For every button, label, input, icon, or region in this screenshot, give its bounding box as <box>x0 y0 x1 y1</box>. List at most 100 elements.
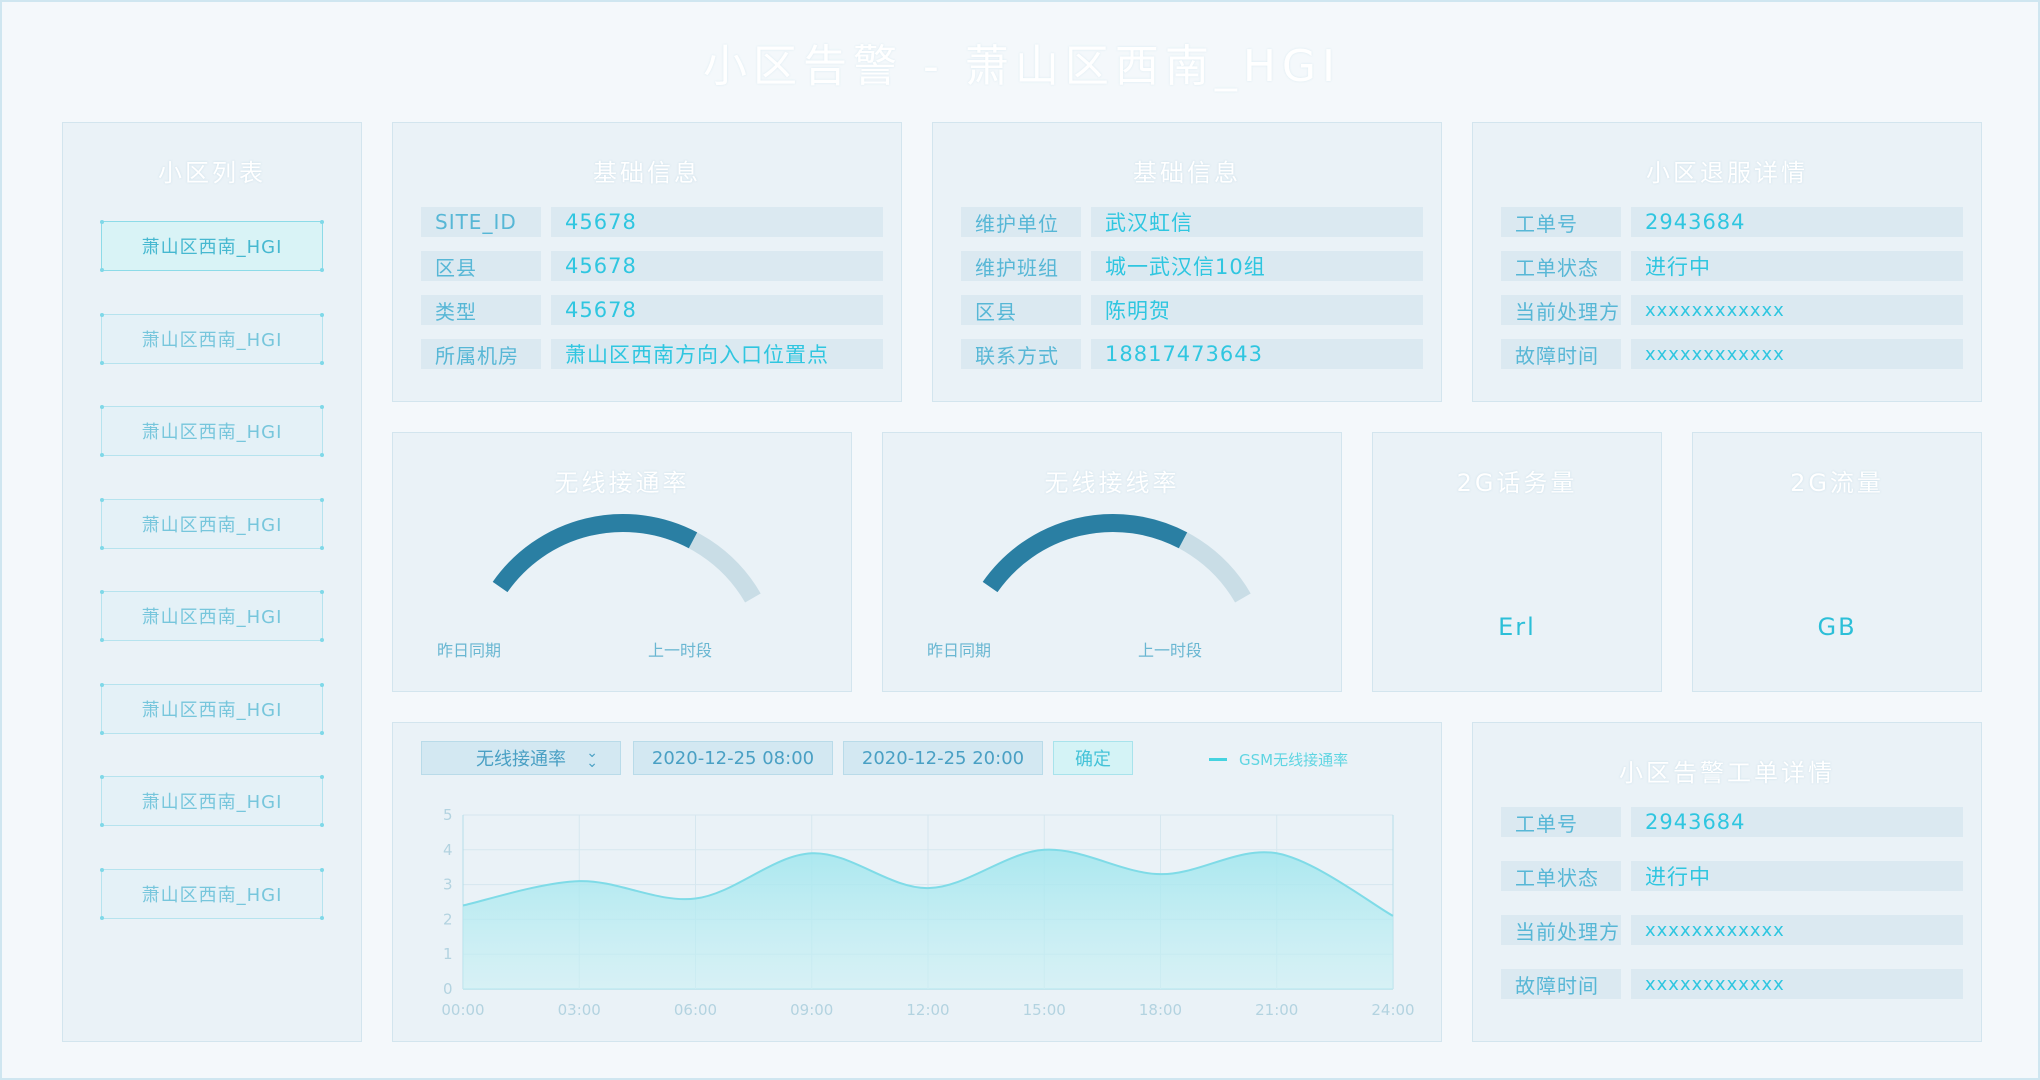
info-label: 故障时间 <box>1501 339 1621 369</box>
info-value: 进行中 <box>1631 861 1963 891</box>
basic-info-panel: 基础信息 SITE_ID 45678 区县 45678 类型 45678 所属机房 萧山… <box>392 122 902 402</box>
cell-list-title: 小区列表 <box>158 159 266 187</box>
gauge-panel-connect-rate: 无线接通率 昨日同期 上一时段 <box>392 432 852 692</box>
basic-info-title: 基础信息 <box>593 159 701 187</box>
x-tick-label: 15:00 <box>1023 1001 1066 1019</box>
y-tick-label: 3 <box>443 876 453 894</box>
gauge-caption-previous: 上一时段 <box>648 641 713 660</box>
gauge-caption-previous: 上一时段 <box>1138 641 1203 660</box>
info-row: 故障时间 xxxxxxxxxxxx <box>1501 969 1963 999</box>
cell-list-item-label: 萧山区西南_HGI <box>141 607 283 628</box>
alarm-detail-title: 小区告警工单详情 <box>1619 759 1835 787</box>
gauge-caption-yesterday: 昨日同期 <box>927 641 992 660</box>
flow-2g-unit: GB <box>1817 613 1857 641</box>
info-value: 2943684 <box>1631 207 1963 237</box>
cell-list-item[interactable]: 萧山区西南_HGI <box>100 498 324 550</box>
traffic-2g-panel: 2G话务量 Erl <box>1372 432 1662 692</box>
info-value: xxxxxxxxxxxx <box>1631 915 1963 945</box>
info-label: 工单号 <box>1501 807 1621 837</box>
x-tick-label: 12:00 <box>906 1001 949 1019</box>
info-value: 萧山区西南方向入口位置点 <box>551 339 883 369</box>
info-value: xxxxxxxxxxxx <box>1631 339 1963 369</box>
flow-2g-panel: 2G流量 GB <box>1692 432 1982 692</box>
info-row: 当前处理方 xxxxxxxxxxxx <box>1501 295 1963 325</box>
info-row: 维护班组 城一武汉信10组 <box>961 251 1423 281</box>
info-row: 工单号 2943684 <box>1501 207 1963 237</box>
trend-chart: 0 1 2 3 4 5 00:00 03:00 06:00 09:00 12:00 15:00 18:0… <box>441 806 1414 1019</box>
info-value: 2943684 <box>1631 807 1963 837</box>
x-tick-label: 21:00 <box>1255 1001 1298 1019</box>
info-value: 陈明贺 <box>1091 295 1423 325</box>
y-tick-label: 1 <box>443 945 453 963</box>
cell-list-item-label: 萧山区西南_HGI <box>141 515 283 536</box>
cell-list-item[interactable]: 萧山区西南_HGI <box>100 868 324 920</box>
gauge-fill <box>492 514 698 593</box>
cell-list-item[interactable]: 萧山区西南_HGI <box>100 220 324 272</box>
info-label: 工单号 <box>1501 207 1621 237</box>
cell-list-item[interactable]: 萧山区西南_HGI <box>100 683 324 735</box>
info-row: 当前处理方 xxxxxxxxxxxx <box>1501 915 1963 945</box>
info-value: 进行中 <box>1631 251 1963 281</box>
cell-list-item-label: 萧山区西南_HGI <box>141 422 283 443</box>
outage-detail-title: 小区退服详情 <box>1646 159 1808 187</box>
gauge-track <box>492 514 761 603</box>
info-row: 所属机房 萧山区西南方向入口位置点 <box>421 339 883 369</box>
info-row: 故障时间 xxxxxxxxxxxx <box>1501 339 1963 369</box>
cell-list-item-label: 萧山区西南_HGI <box>141 885 283 906</box>
info-value: 城一武汉信10组 <box>1091 251 1423 281</box>
info-value: 45678 <box>551 295 883 325</box>
gauge-fill <box>982 514 1188 593</box>
y-tick-label: 2 <box>443 910 453 928</box>
cell-list-item-label: 萧山区西南_HGI <box>141 700 283 721</box>
info-row: 维护单位 武汉虹信 <box>961 207 1423 237</box>
info-label: 当前处理方 <box>1501 915 1621 945</box>
x-tick-label: 03:00 <box>558 1001 601 1019</box>
y-tick-label: 0 <box>443 980 453 998</box>
info-label: 维护班组 <box>961 251 1081 281</box>
alarm-detail-panel: 小区告警工单详情 工单号 2943684 工单状态 进行中 当前处理方 xxxxxxx… <box>1472 722 1982 1042</box>
info-label: SITE_ID <box>421 207 541 237</box>
cell-list-item[interactable]: 萧山区西南_HGI <box>100 405 324 457</box>
flow-2g-title: 2G流量 <box>1790 469 1884 497</box>
x-tick-label: 09:00 <box>790 1001 833 1019</box>
gauge-track <box>982 514 1251 603</box>
maintenance-info-panel: 基础信息 维护单位 武汉虹信 维护班组 城一武汉信10组 区县 陈明贺 联系方式 188… <box>932 122 1442 402</box>
info-label: 所属机房 <box>421 339 541 369</box>
y-tick-label: 4 <box>443 841 453 859</box>
info-value: 武汉虹信 <box>1091 207 1423 237</box>
x-tick-label: 06:00 <box>674 1001 717 1019</box>
info-label: 联系方式 <box>961 339 1081 369</box>
info-label: 区县 <box>421 251 541 281</box>
info-value: 18817473643 <box>1091 339 1423 369</box>
page-title: 小区告警 - 萧山区西南_HGI <box>702 41 1341 92</box>
cell-list-item[interactable]: 萧山区西南_HGI <box>100 590 324 642</box>
info-value: xxxxxxxxxxxx <box>1631 295 1963 325</box>
y-tick-label: 5 <box>443 806 453 824</box>
trend-chart-panel: 无线接通率 ⌄ ⌄ 2020-12-25 08:00 2020-12-25 20:… <box>392 722 1442 1042</box>
info-row: 工单状态 进行中 <box>1501 861 1963 891</box>
info-row: 工单号 2943684 <box>1501 807 1963 837</box>
info-label: 工单状态 <box>1501 861 1621 891</box>
info-value: 45678 <box>551 251 883 281</box>
info-value: 45678 <box>551 207 883 237</box>
info-label: 故障时间 <box>1501 969 1621 999</box>
x-tick-label: 24:00 <box>1371 1001 1414 1019</box>
info-label: 当前处理方 <box>1501 295 1621 325</box>
info-row: SITE_ID 45678 <box>421 207 883 237</box>
cell-list-item-label: 萧山区西南_HGI <box>141 237 283 258</box>
gauge-panel-access-rate: 无线接线率 昨日同期 上一时段 <box>882 432 1342 692</box>
cell-list-item-label: 萧山区西南_HGI <box>141 792 283 813</box>
info-row: 类型 45678 <box>421 295 883 325</box>
maintenance-info-title: 基础信息 <box>1133 159 1241 187</box>
info-label: 维护单位 <box>961 207 1081 237</box>
x-tick-label: 18:00 <box>1139 1001 1182 1019</box>
info-row: 区县 陈明贺 <box>961 295 1423 325</box>
info-row: 区县 45678 <box>421 251 883 281</box>
traffic-2g-unit: Erl <box>1498 613 1536 641</box>
info-label: 区县 <box>961 295 1081 325</box>
info-value: xxxxxxxxxxxx <box>1631 969 1963 999</box>
cell-list-item[interactable]: 萧山区西南_HGI <box>100 313 324 365</box>
cell-list-item-label: 萧山区西南_HGI <box>141 330 283 351</box>
cell-list-item[interactable]: 萧山区西南_HGI <box>100 775 324 827</box>
info-label: 类型 <box>421 295 541 325</box>
